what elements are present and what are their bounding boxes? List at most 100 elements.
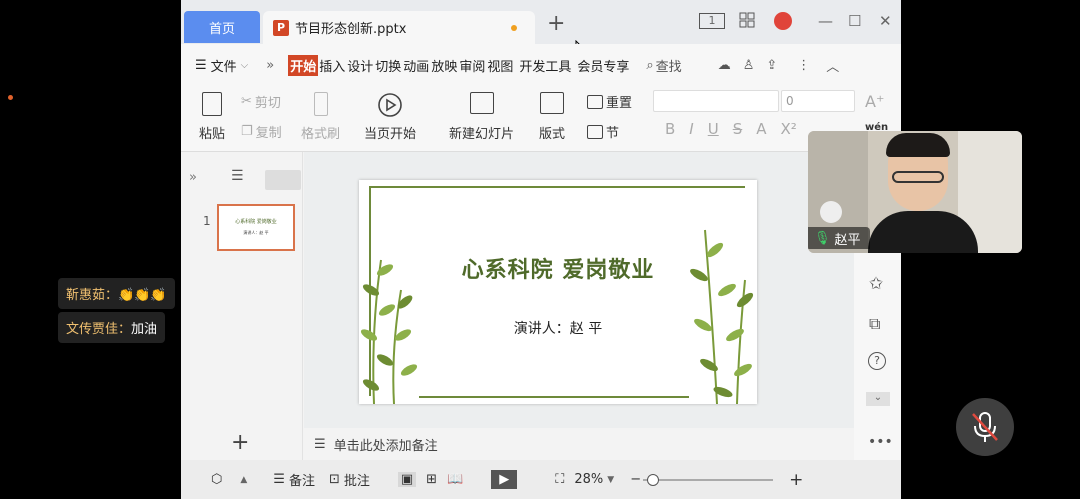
underline-icon[interactable]: U (708, 120, 719, 138)
slide-number: 1 (203, 214, 211, 228)
search-label[interactable]: 查找 (656, 56, 682, 75)
increase-font-icon[interactable]: A⁺ (865, 92, 884, 111)
minimize-icon[interactable]: — (818, 12, 833, 30)
file-menu-label: 文件 (210, 59, 237, 75)
cloud-sync-icon[interactable]: ☁ (718, 58, 731, 73)
close-icon[interactable]: ✕ (879, 12, 892, 30)
format-painter-button[interactable]: 格式刷 (301, 92, 340, 142)
maximize-icon[interactable]: ☐ (848, 12, 861, 30)
tab-review[interactable]: 审阅 (458, 56, 486, 75)
tab-member[interactable]: 会员专享 (576, 56, 630, 75)
search-icon[interactable]: ⌕ (646, 58, 653, 73)
zoom-slider[interactable] (643, 473, 774, 486)
outline-view-icon[interactable]: ☰ (231, 168, 244, 184)
menu-bar: ☰ 文件 ⌵ » 开始 插入 设计 切换 动画 放映 审阅 视图 开发工具 会员… (181, 44, 901, 86)
font-name-field[interactable] (653, 90, 779, 112)
participant-name: 赵平 (834, 232, 861, 248)
slide-canvas[interactable]: 心系科院 爱岗敬业 演讲人：赵 平 (359, 180, 757, 404)
scroll-down-icon[interactable]: ⌄ (866, 392, 890, 406)
font-color-icon[interactable]: A (756, 120, 766, 138)
new-slide-button[interactable]: 新建幻灯片 (449, 92, 514, 142)
participant-hair (886, 133, 950, 157)
slide-title[interactable]: 心系科院 爱岗敬业 (359, 252, 757, 284)
grid-view-icon[interactable] (739, 12, 755, 32)
italic-icon[interactable]: I (689, 120, 693, 138)
cut-button[interactable]: ✂ 剪切 (241, 92, 281, 111)
chevron-down-icon: ⌵ (240, 59, 249, 71)
status-bar: ⬡ ▲ ☰ 备注 ⊡ 批注 ▣ ⊞ 📖 ▶ ⛶ 28% ▼ − + (181, 460, 901, 499)
more-options-icon[interactable]: ••• (868, 434, 893, 450)
zoom-in-icon[interactable]: + (789, 470, 803, 490)
reading-mode-icon[interactable]: 1 (699, 13, 725, 29)
fit-window-icon[interactable]: ⛶ (555, 472, 564, 487)
font-size-field[interactable]: 0 (781, 90, 855, 112)
tab-slideshow[interactable]: 放映 (430, 56, 458, 75)
play-from-current-button[interactable]: 当页开始 (364, 92, 416, 142)
superscript-icon[interactable]: X² (781, 120, 797, 138)
pin-icon[interactable]: ✩ (869, 274, 883, 294)
avatar[interactable] (774, 12, 792, 30)
bold-icon[interactable]: B (665, 120, 675, 138)
slide-subtitle[interactable]: 演讲人：赵 平 (359, 318, 757, 338)
chevron-up-icon[interactable]: ▲ (240, 475, 247, 485)
copy-button[interactable]: ❐ 复制 (241, 122, 282, 141)
meeting-screen: 首页 P 节目形态创新.pptx + 1 — ☐ ✕ ☰ 文件 ⌵ » 开始 插… (0, 0, 1080, 499)
paste-label: 粘贴 (199, 127, 226, 142)
cube-icon[interactable]: ⬡ (211, 472, 222, 487)
tab-animation[interactable]: 动画 (402, 56, 430, 75)
export-icon[interactable]: ⇪ (766, 58, 777, 73)
slide-tool-icon[interactable]: ⧉ (869, 314, 880, 334)
tab-developer[interactable]: 开发工具 (518, 56, 572, 75)
slide-thumbnail[interactable]: 心系科院 爱岗敬业 演讲人：赵 平 (217, 204, 295, 251)
participant-glasses (892, 171, 944, 183)
normal-view-icon[interactable]: ▣ (397, 472, 417, 487)
notes-toggle-icon[interactable]: ☰ (273, 472, 285, 487)
unsaved-dot-icon (511, 25, 517, 31)
mute-microphone-button[interactable] (956, 398, 1014, 456)
tab-view[interactable]: 视图 (486, 56, 514, 75)
zoom-slider-thumb[interactable] (647, 473, 660, 486)
notes-toggle-label[interactable]: 备注 (289, 470, 315, 489)
layout-button[interactable]: 版式 (539, 92, 565, 142)
help-icon[interactable]: ? (868, 352, 886, 370)
tab-transition[interactable]: 切换 (374, 56, 402, 75)
zoom-dropdown-icon[interactable]: ▼ (607, 475, 614, 485)
section-icon (587, 124, 603, 139)
paste-button[interactable]: 粘贴 (199, 92, 225, 142)
add-slide-button[interactable]: + (231, 430, 249, 455)
play-slideshow-icon[interactable]: ▶ (491, 470, 518, 489)
notes-pane[interactable]: ☰ 单击此处添加备注 (304, 428, 854, 460)
tab-bar: 首页 P 节目形态创新.pptx + 1 — ☐ ✕ (181, 0, 901, 58)
zoom-out-icon[interactable]: − (630, 472, 641, 487)
participant-video[interactable]: 🎙 赵平 (808, 131, 1022, 253)
strikethrough-icon[interactable]: S (733, 120, 743, 138)
tab-document[interactable]: P 节目形态创新.pptx (263, 11, 535, 44)
chat-text: 👏👏👏 (118, 288, 167, 303)
tab-document-label: 节目形态创新.pptx (295, 22, 407, 37)
more-menu-icon[interactable]: » (266, 58, 274, 73)
comment-icon[interactable]: ⊡ (329, 472, 340, 487)
paste-icon (202, 92, 222, 116)
file-menu[interactable]: ☰ 文件 ⌵ (195, 56, 248, 75)
thumbnail-view-icon[interactable] (265, 170, 301, 190)
tab-start[interactable]: 开始 (288, 54, 319, 76)
reading-view-icon[interactable]: 📖 (447, 472, 463, 487)
zoom-level[interactable]: 28% (574, 472, 603, 487)
chat-message: 靳惠茹：👏👏👏 (58, 278, 175, 309)
reset-icon (587, 94, 603, 109)
comment-label[interactable]: 批注 (344, 470, 370, 489)
more-options-icon[interactable]: ⋮ (797, 58, 810, 73)
tab-home[interactable]: 首页 (184, 11, 260, 43)
tab-insert[interactable]: 插入 (318, 56, 346, 75)
slides-panel: » ☰ 1 心系科院 爱岗敬业 演讲人：赵 平 + (181, 152, 303, 460)
share-user-icon[interactable]: ♙ (743, 58, 755, 73)
play-circle-icon (378, 93, 402, 117)
tab-design[interactable]: 设计 (346, 56, 374, 75)
new-tab-button[interactable]: + (547, 12, 565, 36)
reset-button[interactable]: 重置 (587, 92, 632, 111)
slide-sorter-icon[interactable]: ⊞ (426, 472, 437, 487)
section-button[interactable]: 节 (587, 122, 619, 141)
new-slide-label: 新建幻灯片 (449, 127, 515, 142)
collapse-ribbon-icon[interactable]: ︿ (826, 56, 839, 75)
expand-panel-icon[interactable]: » (189, 170, 197, 185)
